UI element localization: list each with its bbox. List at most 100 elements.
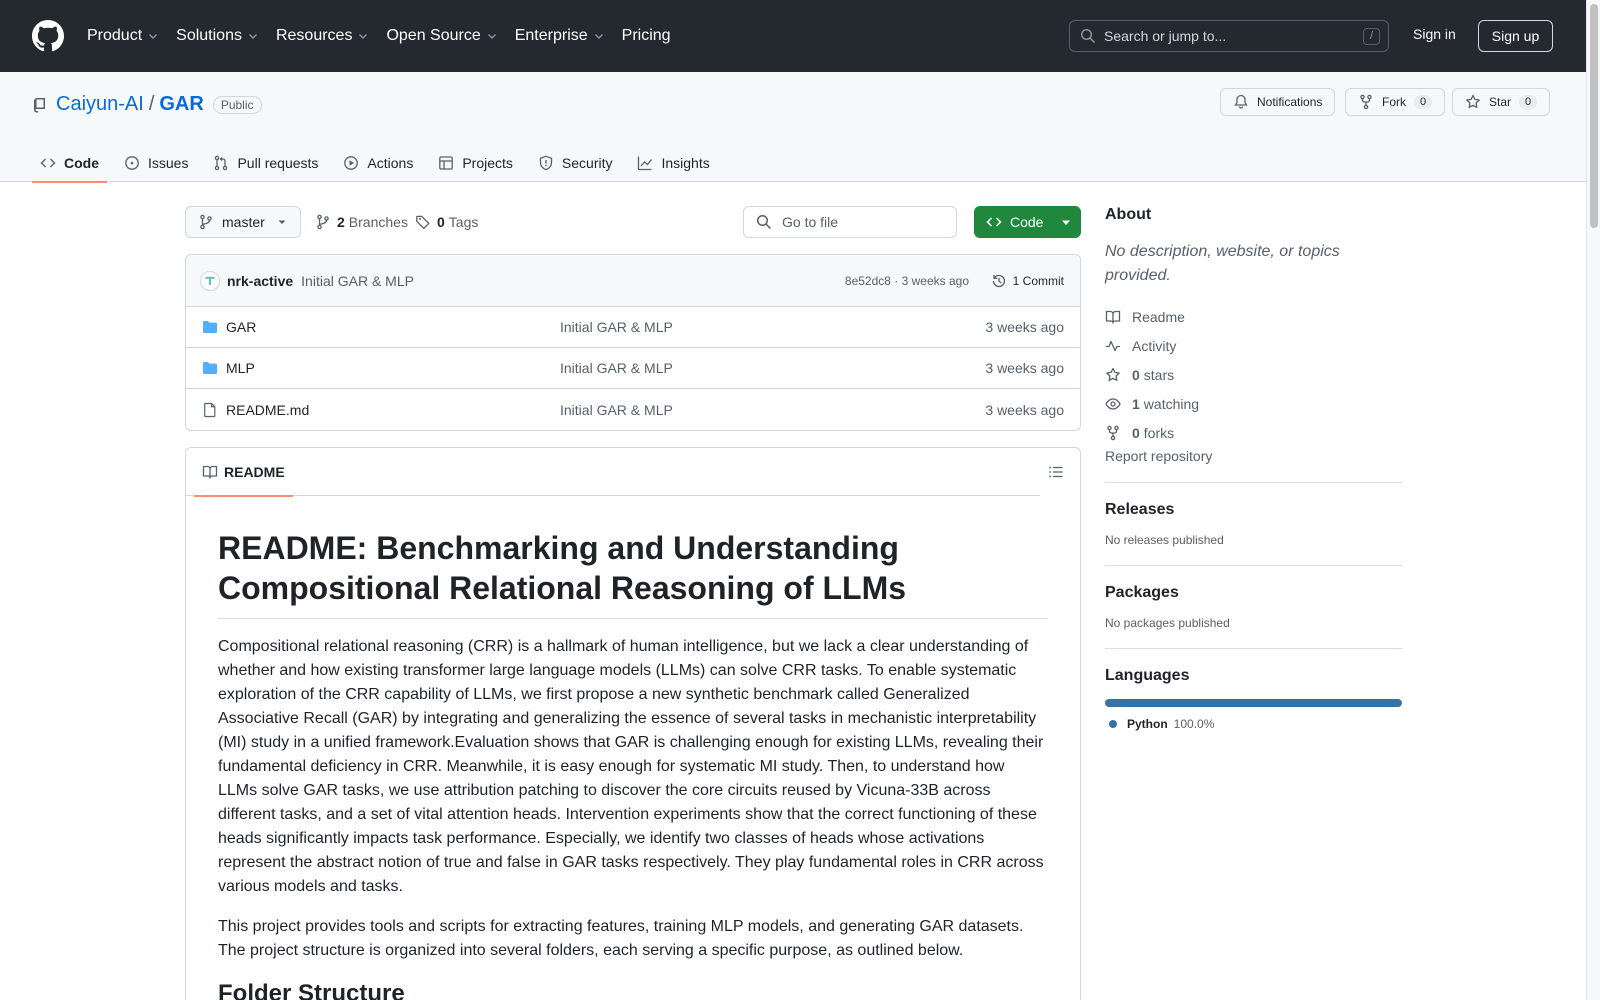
releases-heading[interactable]: Releases <box>1105 501 1402 519</box>
repo-header: Caiyun-AI / GAR Public Notifications For… <box>0 72 1586 183</box>
sign-up-button[interactable]: Sign up <box>1478 20 1553 52</box>
nav-product[interactable]: Product <box>87 27 159 45</box>
fork-count: 0 <box>1414 95 1433 109</box>
stars-label: stars <box>1143 366 1175 383</box>
file-name[interactable]: GAR <box>226 319 256 335</box>
branches-link[interactable]: 2 Branches <box>315 214 408 230</box>
packages-heading[interactable]: Packages <box>1105 584 1402 602</box>
search-shortcut-key: / <box>1363 28 1380 45</box>
tags-link[interactable]: 0 Tags <box>415 214 478 230</box>
nav-solutions-label: Solutions <box>176 27 242 44</box>
tab-actions[interactable]: Actions <box>335 144 421 182</box>
caret-down-icon <box>1062 220 1070 225</box>
tab-code-label: Code <box>64 155 99 171</box>
table-row[interactable]: GAR Initial GAR & MLP 3 weeks ago <box>186 307 1080 348</box>
activity-link[interactable]: Activity <box>1105 331 1402 360</box>
chevron-down-icon <box>594 34 603 39</box>
table-row[interactable]: README.md Initial GAR & MLP 3 weeks ago <box>186 389 1080 430</box>
history-icon <box>992 274 1005 287</box>
nav-pricing[interactable]: Pricing <box>622 27 671 45</box>
go-to-file-input[interactable]: Go to file <box>743 206 957 238</box>
fork-button[interactable]: Fork 0 <box>1345 88 1446 116</box>
avatar[interactable] <box>200 270 220 291</box>
readme-link-label: Readme <box>1132 308 1185 325</box>
forks-link[interactable]: 0 forks <box>1105 418 1402 447</box>
tags-label: Tags <box>448 214 479 230</box>
caret-down-icon <box>278 220 286 224</box>
file-toolbar: master 2 Branches 0 Tags Go to file Code <box>185 206 1081 238</box>
search-icon <box>756 214 772 230</box>
branch-name: master <box>222 214 265 230</box>
nav-open-source-label: Open Source <box>386 27 481 44</box>
main-content: master 2 Branches 0 Tags Go to file Code… <box>185 206 1081 1000</box>
eye-icon <box>1105 397 1121 410</box>
watching-link[interactable]: 1 watching <box>1105 389 1402 418</box>
star-label: Star <box>1489 95 1512 109</box>
languages-heading: Languages <box>1105 667 1190 684</box>
file-commit-message[interactable]: Initial GAR & MLP <box>560 319 673 335</box>
code-icon <box>986 217 1002 227</box>
language-item[interactable]: Python 100.0% <box>1105 717 1402 731</box>
github-logo-icon[interactable] <box>32 20 64 52</box>
branch-icon <box>317 214 329 230</box>
nav-enterprise[interactable]: Enterprise <box>515 27 605 45</box>
list-icon[interactable] <box>1048 464 1064 480</box>
commit-hash-time[interactable]: 8e52dc8 · 3 weeks ago <box>845 274 969 288</box>
tab-pull-requests[interactable]: Pull requests <box>205 144 326 182</box>
watching-count: 1 <box>1132 395 1140 412</box>
forks-count: 0 <box>1132 424 1140 441</box>
stars-count: 0 <box>1132 366 1140 383</box>
commit-author[interactable]: nrk-active <box>227 273 293 289</box>
report-repository-link[interactable]: Report repository <box>1105 448 1402 464</box>
table-row[interactable]: MLP Initial GAR & MLP 3 weeks ago <box>186 348 1080 389</box>
scrollbar[interactable] <box>1586 0 1600 1000</box>
code-button[interactable]: Code <box>974 206 1081 238</box>
readme-tabs: README <box>186 448 1040 497</box>
branch-select-button[interactable]: master <box>185 206 301 238</box>
readme-link[interactable]: Readme <box>1105 302 1402 331</box>
file-name[interactable]: MLP <box>226 360 255 376</box>
scrollbar-thumb[interactable] <box>1590 4 1598 228</box>
sign-in-link[interactable]: Sign in <box>1413 26 1456 42</box>
nav-resources[interactable]: Resources <box>276 27 369 45</box>
language-name: Python <box>1127 717 1168 731</box>
notifications-button[interactable]: Notifications <box>1220 88 1336 116</box>
commit-message[interactable]: Initial GAR & MLP <box>301 273 414 289</box>
folder-icon <box>203 362 217 374</box>
repo-owner-link[interactable]: Caiyun-AI <box>56 93 144 116</box>
bell-icon <box>1234 94 1248 109</box>
breadcrumb-separator: / <box>148 93 155 115</box>
tab-issues[interactable]: Issues <box>116 144 196 182</box>
language-dot <box>1109 720 1117 728</box>
branches-label: Branches <box>348 214 408 230</box>
search-icon <box>1080 28 1096 44</box>
tab-security-label: Security <box>561 155 613 171</box>
repo-name-link[interactable]: GAR <box>159 93 203 116</box>
star-button[interactable]: Star 0 <box>1452 88 1551 116</box>
stars-link[interactable]: 0 stars <box>1105 360 1402 389</box>
language-percent: 100.0% <box>1173 717 1215 731</box>
tab-readme[interactable]: README <box>194 448 293 497</box>
tab-code[interactable]: Code <box>32 144 107 183</box>
tab-insights[interactable]: Insights <box>629 144 717 182</box>
file-name[interactable]: README.md <box>226 402 309 418</box>
releases-section: Releases No releases published <box>1105 482 1402 547</box>
readme-paragraph: Compositional relational reasoning (CRR)… <box>218 638 1044 895</box>
file-commit-message[interactable]: Initial GAR & MLP <box>560 360 673 376</box>
search-placeholder: Search or jump to... <box>1104 28 1227 44</box>
tab-projects[interactable]: Projects <box>430 144 521 182</box>
fork-icon <box>1360 94 1372 110</box>
commit-count-link[interactable]: 1 Commit <box>991 273 1064 289</box>
star-icon <box>1106 367 1120 381</box>
packages-section: Packages No packages published <box>1105 565 1402 630</box>
file-commit-message[interactable]: Initial GAR & MLP <box>560 402 673 418</box>
book-icon <box>1105 310 1121 324</box>
search-input[interactable]: Search or jump to... / <box>1069 20 1389 52</box>
readme-title: README: Benchmarking and Understanding C… <box>218 528 1048 619</box>
nav-solutions[interactable]: Solutions <box>176 27 259 45</box>
code-button-label: Code <box>1010 214 1044 230</box>
repo-tabs: Code Issues Pull requests Actions Projec… <box>32 144 727 183</box>
readme-body: README: Benchmarking and Understanding C… <box>186 496 1080 1000</box>
tab-security[interactable]: Security <box>530 144 621 182</box>
nav-open-source[interactable]: Open Source <box>386 27 497 45</box>
